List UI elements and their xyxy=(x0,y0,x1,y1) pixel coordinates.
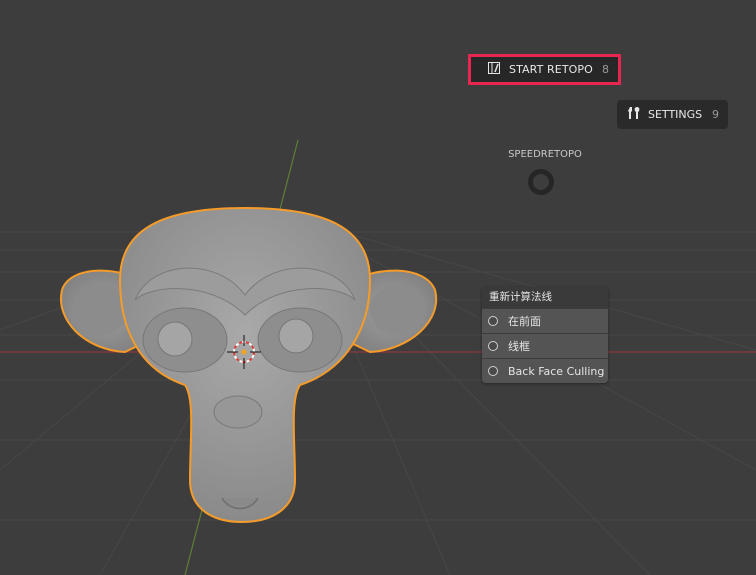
settings-shortcut: 9 xyxy=(712,108,719,121)
start-retopo-shortcut: 8 xyxy=(602,63,609,76)
overlay-popup: 重新计算法线 在前面 线框 Back Face Culling xyxy=(482,287,608,383)
start-retopo-button[interactable]: START RETOPO 8 xyxy=(468,54,621,85)
pie-ring-icon xyxy=(528,169,554,195)
option-label: 线框 xyxy=(508,340,530,353)
radio-icon[interactable] xyxy=(488,341,498,351)
pie-menu-title: SPEEDRETOPO xyxy=(508,149,582,160)
settings-label: SETTINGS xyxy=(648,108,703,121)
head xyxy=(118,206,372,524)
option-in-front[interactable]: 在前面 xyxy=(482,308,608,333)
option-label: 在前面 xyxy=(508,315,541,328)
left-eye xyxy=(157,321,193,357)
option-wireframe[interactable]: 线框 xyxy=(482,333,608,358)
suzanne-mesh[interactable] xyxy=(59,206,438,524)
option-label: Back Face Culling xyxy=(508,364,605,378)
3d-viewport[interactable] xyxy=(0,0,756,575)
right-eye xyxy=(278,318,314,354)
option-back-face-culling[interactable]: Back Face Culling xyxy=(482,358,608,383)
retopo-icon xyxy=(487,61,501,78)
radio-icon[interactable] xyxy=(488,316,498,326)
start-retopo-label: START RETOPO xyxy=(509,63,593,76)
settings-button[interactable]: SETTINGS 9 xyxy=(617,100,728,129)
recalculate-normals-button[interactable]: 重新计算法线 xyxy=(482,287,608,308)
wrench-screwdriver-icon xyxy=(626,105,642,124)
radio-icon[interactable] xyxy=(488,366,498,376)
